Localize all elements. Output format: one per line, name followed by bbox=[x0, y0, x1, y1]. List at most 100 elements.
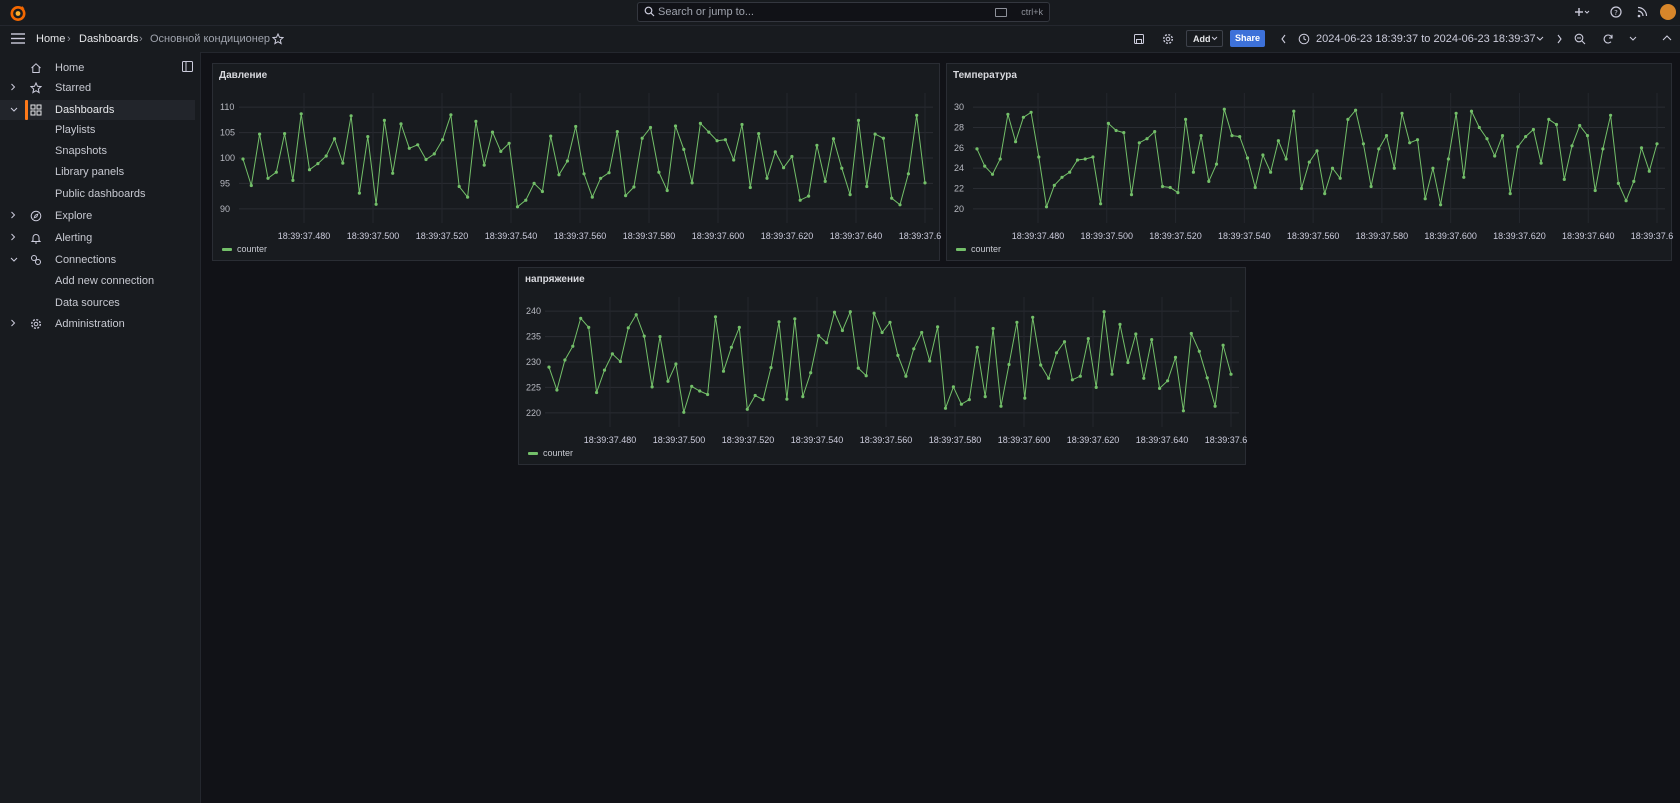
sidebar-item-add-new-connection[interactable]: Add new connection bbox=[0, 271, 195, 291]
data-point bbox=[873, 132, 877, 136]
data-point bbox=[634, 313, 638, 317]
data-point bbox=[416, 143, 420, 147]
sidebar-item-starred[interactable]: Starred bbox=[0, 78, 195, 98]
data-point bbox=[881, 136, 886, 140]
data-point bbox=[698, 389, 702, 393]
chevron-down-icon[interactable] bbox=[1536, 36, 1544, 42]
data-point bbox=[1354, 108, 1358, 112]
data-point bbox=[1184, 117, 1188, 121]
legend-item[interactable]: counter bbox=[956, 244, 1001, 254]
y-tick-label: 230 bbox=[526, 357, 541, 367]
data-point bbox=[1632, 179, 1636, 183]
data-point bbox=[1469, 109, 1474, 113]
save-icon[interactable] bbox=[1133, 33, 1145, 45]
sidebar-item-alerting[interactable]: Alerting bbox=[0, 228, 195, 248]
data-point bbox=[1129, 193, 1134, 197]
chevron-right-icon[interactable] bbox=[10, 211, 16, 219]
data-point bbox=[959, 402, 963, 406]
data-point bbox=[374, 202, 378, 206]
data-point bbox=[872, 311, 876, 315]
sidebar-item-snapshots[interactable]: Snapshots bbox=[0, 141, 195, 161]
chevron-left-icon[interactable] bbox=[1280, 34, 1288, 44]
data-point bbox=[1508, 192, 1512, 196]
data-point bbox=[1075, 158, 1080, 162]
data-point bbox=[1369, 184, 1373, 189]
y-tick-label: 20 bbox=[954, 204, 964, 214]
chevron-right-icon[interactable] bbox=[10, 83, 16, 91]
sidebar-item-label: Library panels bbox=[55, 166, 125, 178]
plus-icon[interactable] bbox=[1570, 4, 1592, 20]
rss-icon[interactable] bbox=[1636, 4, 1650, 20]
sidebar-item-administration[interactable]: Administration bbox=[0, 314, 195, 334]
sidebar-item-library-panels[interactable]: Library panels bbox=[0, 162, 195, 182]
chevron-right-icon[interactable] bbox=[10, 233, 16, 241]
x-tick-label: 18:39:37.600 bbox=[1424, 231, 1477, 241]
data-point bbox=[1639, 146, 1644, 150]
data-point bbox=[690, 384, 694, 388]
sidebar-item-dashboards[interactable]: Dashboards bbox=[0, 100, 195, 120]
refresh-icon[interactable] bbox=[1602, 33, 1614, 45]
data-point bbox=[825, 341, 829, 345]
data-point bbox=[1207, 179, 1211, 183]
grafana-logo-icon[interactable] bbox=[8, 3, 28, 23]
sidebar-item-explore[interactable]: Explore bbox=[0, 206, 195, 226]
clock-icon bbox=[1298, 33, 1310, 45]
data-point bbox=[1609, 113, 1613, 117]
data-point bbox=[547, 365, 551, 369]
data-point bbox=[1601, 147, 1605, 151]
sidebar-item-data-sources[interactable]: Data sources bbox=[0, 293, 195, 313]
sidebar-item-home[interactable]: Home bbox=[0, 58, 195, 78]
chevron-down-icon[interactable] bbox=[10, 107, 18, 113]
star-icon[interactable] bbox=[272, 33, 284, 45]
data-point bbox=[1114, 128, 1118, 133]
data-point bbox=[432, 152, 436, 156]
data-point bbox=[848, 193, 852, 197]
breadcrumb-home[interactable]: Home bbox=[36, 33, 65, 45]
sidebar-item-connections[interactable]: Connections bbox=[0, 250, 195, 270]
data-point bbox=[1031, 315, 1035, 319]
data-point bbox=[1037, 155, 1041, 159]
panel-temperature[interactable]: Температура 20 22 24 26 28 30 18:39:37.480 18:3… bbox=[946, 63, 1673, 261]
data-point bbox=[745, 407, 749, 411]
data-point bbox=[823, 179, 827, 183]
data-point bbox=[790, 154, 794, 159]
data-point bbox=[1068, 170, 1072, 174]
panel-voltage[interactable]: напряжение 220 225 230 235 240 18:39:37.480 18… bbox=[518, 267, 1247, 465]
zoom-out-icon[interactable] bbox=[1574, 33, 1586, 45]
add-button[interactable]: Add bbox=[1186, 30, 1223, 47]
y-tick-label: 100 bbox=[220, 153, 235, 163]
data-point bbox=[524, 198, 528, 202]
x-tick-label: 18:39:37.500 bbox=[1080, 231, 1133, 241]
legend-item[interactable]: counter bbox=[528, 448, 573, 458]
chevron-right-icon[interactable] bbox=[10, 319, 16, 327]
avatar[interactable] bbox=[1660, 4, 1676, 20]
share-button[interactable]: Share bbox=[1230, 30, 1265, 47]
panel-pressure[interactable]: Давление 90 95 100 105 110 18:39:37.480 18:39:… bbox=[212, 63, 941, 261]
sidebar-item-playlists[interactable]: Playlists bbox=[0, 120, 195, 140]
data-point bbox=[574, 124, 578, 129]
sidebar-item-public-dashboards[interactable]: Public dashboards bbox=[0, 184, 195, 204]
x-tick-label: 18:39:37.660 bbox=[1631, 231, 1673, 241]
chevron-down-icon[interactable] bbox=[1629, 36, 1637, 42]
sidebar-item-label: Playlists bbox=[55, 124, 96, 136]
data-point bbox=[241, 157, 245, 161]
breadcrumb-dashboards[interactable]: Dashboards bbox=[79, 33, 138, 45]
search-input[interactable]: Search or jump to... ctrl+k bbox=[637, 2, 1050, 22]
legend-item[interactable]: counter bbox=[222, 244, 267, 254]
gear-icon[interactable] bbox=[1162, 33, 1174, 45]
chevron-right-icon[interactable] bbox=[1555, 34, 1563, 44]
data-point bbox=[1137, 141, 1141, 145]
data-point bbox=[1238, 135, 1242, 139]
help-icon[interactable]: ? bbox=[1609, 4, 1623, 20]
data-point bbox=[1021, 115, 1025, 119]
data-point bbox=[349, 114, 353, 118]
chevron-down-icon[interactable] bbox=[10, 257, 18, 263]
data-point bbox=[1199, 134, 1203, 138]
star-icon bbox=[30, 82, 42, 94]
data-point bbox=[490, 130, 495, 134]
chevron-up-icon[interactable] bbox=[1662, 34, 1672, 42]
menu-icon[interactable] bbox=[11, 33, 25, 44]
time-range-picker[interactable]: 2024-06-23 18:39:37 to 2024-06-23 18:39:… bbox=[1316, 33, 1536, 47]
top-bar: Search or jump to... ctrl+k ? bbox=[0, 0, 1680, 26]
data-point bbox=[1047, 376, 1051, 380]
